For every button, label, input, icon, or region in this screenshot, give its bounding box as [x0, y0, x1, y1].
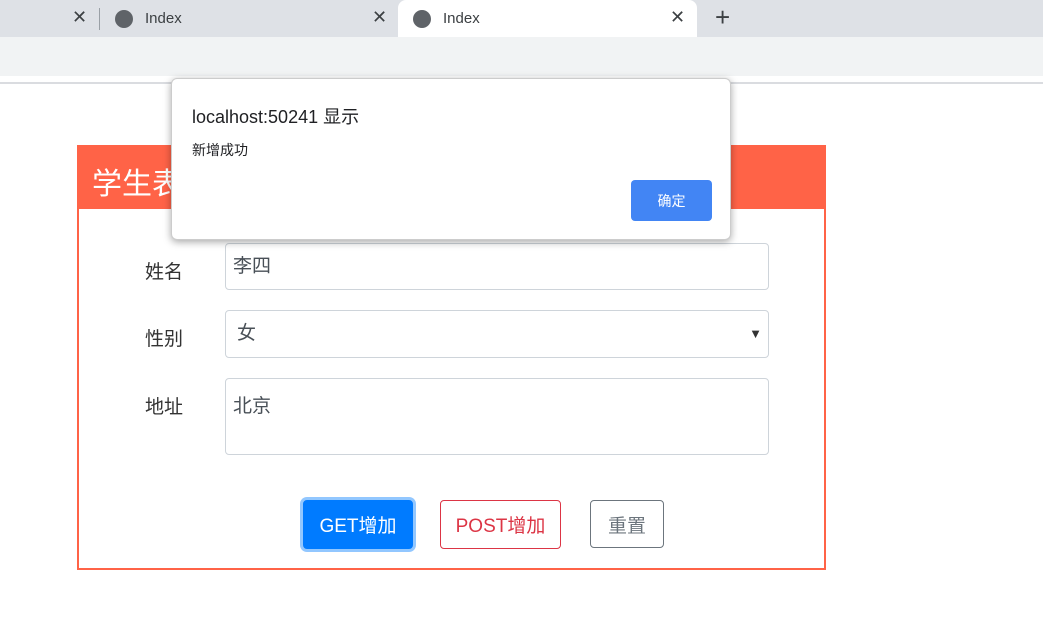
- globe-icon: [115, 9, 133, 28]
- alert-dialog: localhost:50241 显示 新增成功 确定: [171, 78, 731, 240]
- toolbar: [0, 37, 1043, 77]
- dialog-message: 新增成功: [192, 142, 248, 158]
- new-tab-button[interactable]: +: [715, 2, 730, 33]
- gender-label: 性别: [145, 329, 184, 350]
- tab-strip: ✕ Index ✕ Index ✕ +: [0, 0, 1043, 37]
- gender-select[interactable]: 女 ▼: [225, 310, 769, 358]
- tab-title: Index: [145, 10, 182, 27]
- address-textarea[interactable]: 北京: [225, 378, 769, 455]
- globe-icon: [413, 9, 431, 28]
- tab-index-2[interactable]: Index ✕: [398, 0, 697, 37]
- post-add-button[interactable]: POST增加: [440, 500, 561, 549]
- ok-button[interactable]: 确定: [631, 180, 712, 221]
- get-add-button[interactable]: GET增加: [303, 500, 413, 549]
- name-label: 姓名: [145, 262, 184, 283]
- tab-title: Index: [443, 10, 480, 27]
- close-tab-icon[interactable]: ✕: [670, 7, 685, 28]
- name-input[interactable]: 李四: [225, 243, 769, 290]
- chevron-down-icon: ▼: [749, 326, 762, 341]
- address-label: 地址: [145, 397, 184, 418]
- gender-value: 女: [237, 323, 257, 344]
- dialog-title: localhost:50241 显示: [192, 107, 360, 127]
- reset-button[interactable]: 重置: [590, 500, 664, 548]
- tab-index-1[interactable]: Index ✕: [100, 0, 398, 37]
- close-tab-icon[interactable]: ✕: [72, 7, 87, 28]
- close-tab-icon[interactable]: ✕: [372, 7, 387, 28]
